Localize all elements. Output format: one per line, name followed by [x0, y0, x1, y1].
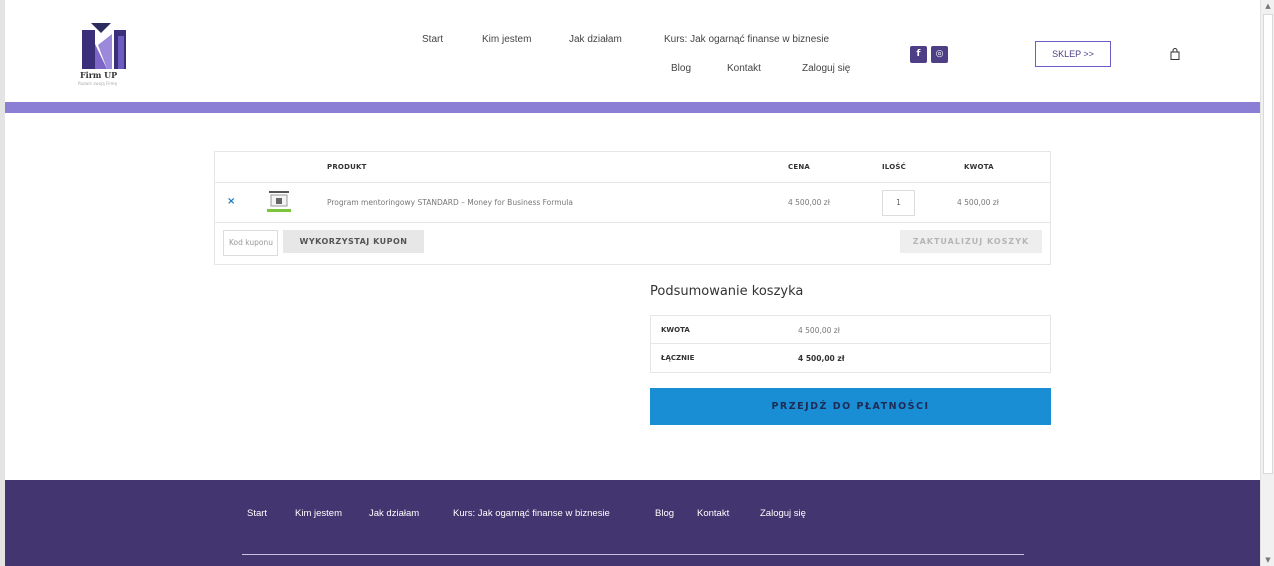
nav-zaloguj[interactable]: Zaloguj się [802, 63, 850, 74]
table-row: × Program mentoringowy STANDARD – Money … [215, 183, 1050, 223]
shop-button[interactable]: SKLEP >> [1035, 41, 1111, 67]
site-footer: Start Kim jestem Jak działam Kurs: Jak o… [5, 480, 1260, 566]
footer-nav-kim-jestem[interactable]: Kim jestem [295, 508, 342, 519]
total-label: ŁĄCZNIE [661, 354, 695, 362]
total-row: ŁĄCZNIE 4 500,00 zł [651, 344, 1050, 372]
footer-nav-jak-dzialam[interactable]: Jak działam [369, 508, 419, 519]
column-quantity: ILOŚĆ [882, 163, 906, 171]
subtotal-value: 4 500,00 zł [798, 326, 840, 335]
product-amount: 4 500,00 zł [957, 198, 999, 207]
scroll-down-arrow-icon[interactable]: ▼ [1261, 554, 1274, 566]
facebook-icon[interactable]: f [910, 46, 927, 63]
header-divider-stripe [5, 102, 1260, 113]
logo-tagline: Rozwiń swoją Firmę [78, 81, 118, 86]
site-header: Firm UP Rozwiń swoją Firmę Start Kim jes… [5, 0, 1260, 102]
nav-jak-dzialam[interactable]: Jak działam [569, 34, 622, 45]
nav-blog[interactable]: Blog [671, 63, 691, 74]
coupon-code-input[interactable]: Kod kuponu [223, 230, 278, 256]
cart-table: PRODUKT CENA ILOŚĆ KWOTA × Program mento… [214, 151, 1051, 265]
cart-totals-table: KWOTA 4 500,00 zł ŁĄCZNIE 4 500,00 zł [650, 315, 1051, 373]
logo-name: Firm UP [80, 70, 118, 80]
product-price: 4 500,00 zł [788, 198, 830, 207]
footer-nav-kurs[interactable]: Kurs: Jak ogarnąć finanse w biznesie [453, 508, 610, 519]
column-amount: KWOTA [964, 163, 994, 171]
remove-item-icon[interactable]: × [227, 196, 235, 207]
instagram-icon[interactable]: ◎ [931, 46, 948, 63]
footer-divider [242, 554, 1024, 555]
cart-table-header: PRODUKT CENA ILOŚĆ KWOTA [215, 152, 1050, 183]
footer-nav-kontakt[interactable]: Kontakt [697, 508, 729, 519]
subtotal-row: KWOTA 4 500,00 zł [651, 316, 1050, 344]
scroll-up-arrow-icon[interactable]: ▲ [1261, 0, 1274, 12]
product-thumbnail[interactable] [267, 191, 291, 213]
total-value: 4 500,00 zł [798, 354, 845, 363]
apply-coupon-button[interactable]: WYKORZYSTAJ KUPON [283, 230, 424, 253]
footer-nav-blog[interactable]: Blog [655, 508, 674, 519]
footer-nav-zaloguj[interactable]: Zaloguj się [760, 508, 806, 519]
update-cart-button[interactable]: ZAKTUALIZUJ KOSZYK [900, 230, 1042, 253]
vertical-scrollbar[interactable]: ▲ ▼ [1260, 0, 1274, 566]
quantity-input[interactable]: 1 [882, 190, 915, 216]
nav-kim-jestem[interactable]: Kim jestem [482, 34, 531, 45]
column-product: PRODUKT [327, 163, 367, 171]
scrollbar-thumb[interactable] [1263, 14, 1273, 474]
subtotal-label: KWOTA [661, 326, 690, 334]
nav-start[interactable]: Start [422, 34, 443, 45]
column-price: CENA [788, 163, 810, 171]
proceed-to-checkout-button[interactable]: PRZEJDŹ DO PŁATNOŚCI [650, 388, 1051, 425]
shopping-bag-icon[interactable] [1170, 48, 1180, 60]
footer-nav-start[interactable]: Start [247, 508, 267, 519]
product-name[interactable]: Program mentoringowy STANDARD – Money fo… [327, 198, 573, 207]
nav-kurs[interactable]: Kurs: Jak ogarnąć finanse w biznesie [664, 34, 829, 45]
cart-totals-title: Podsumowanie koszyka [650, 284, 804, 299]
nav-kontakt[interactable]: Kontakt [727, 63, 761, 74]
